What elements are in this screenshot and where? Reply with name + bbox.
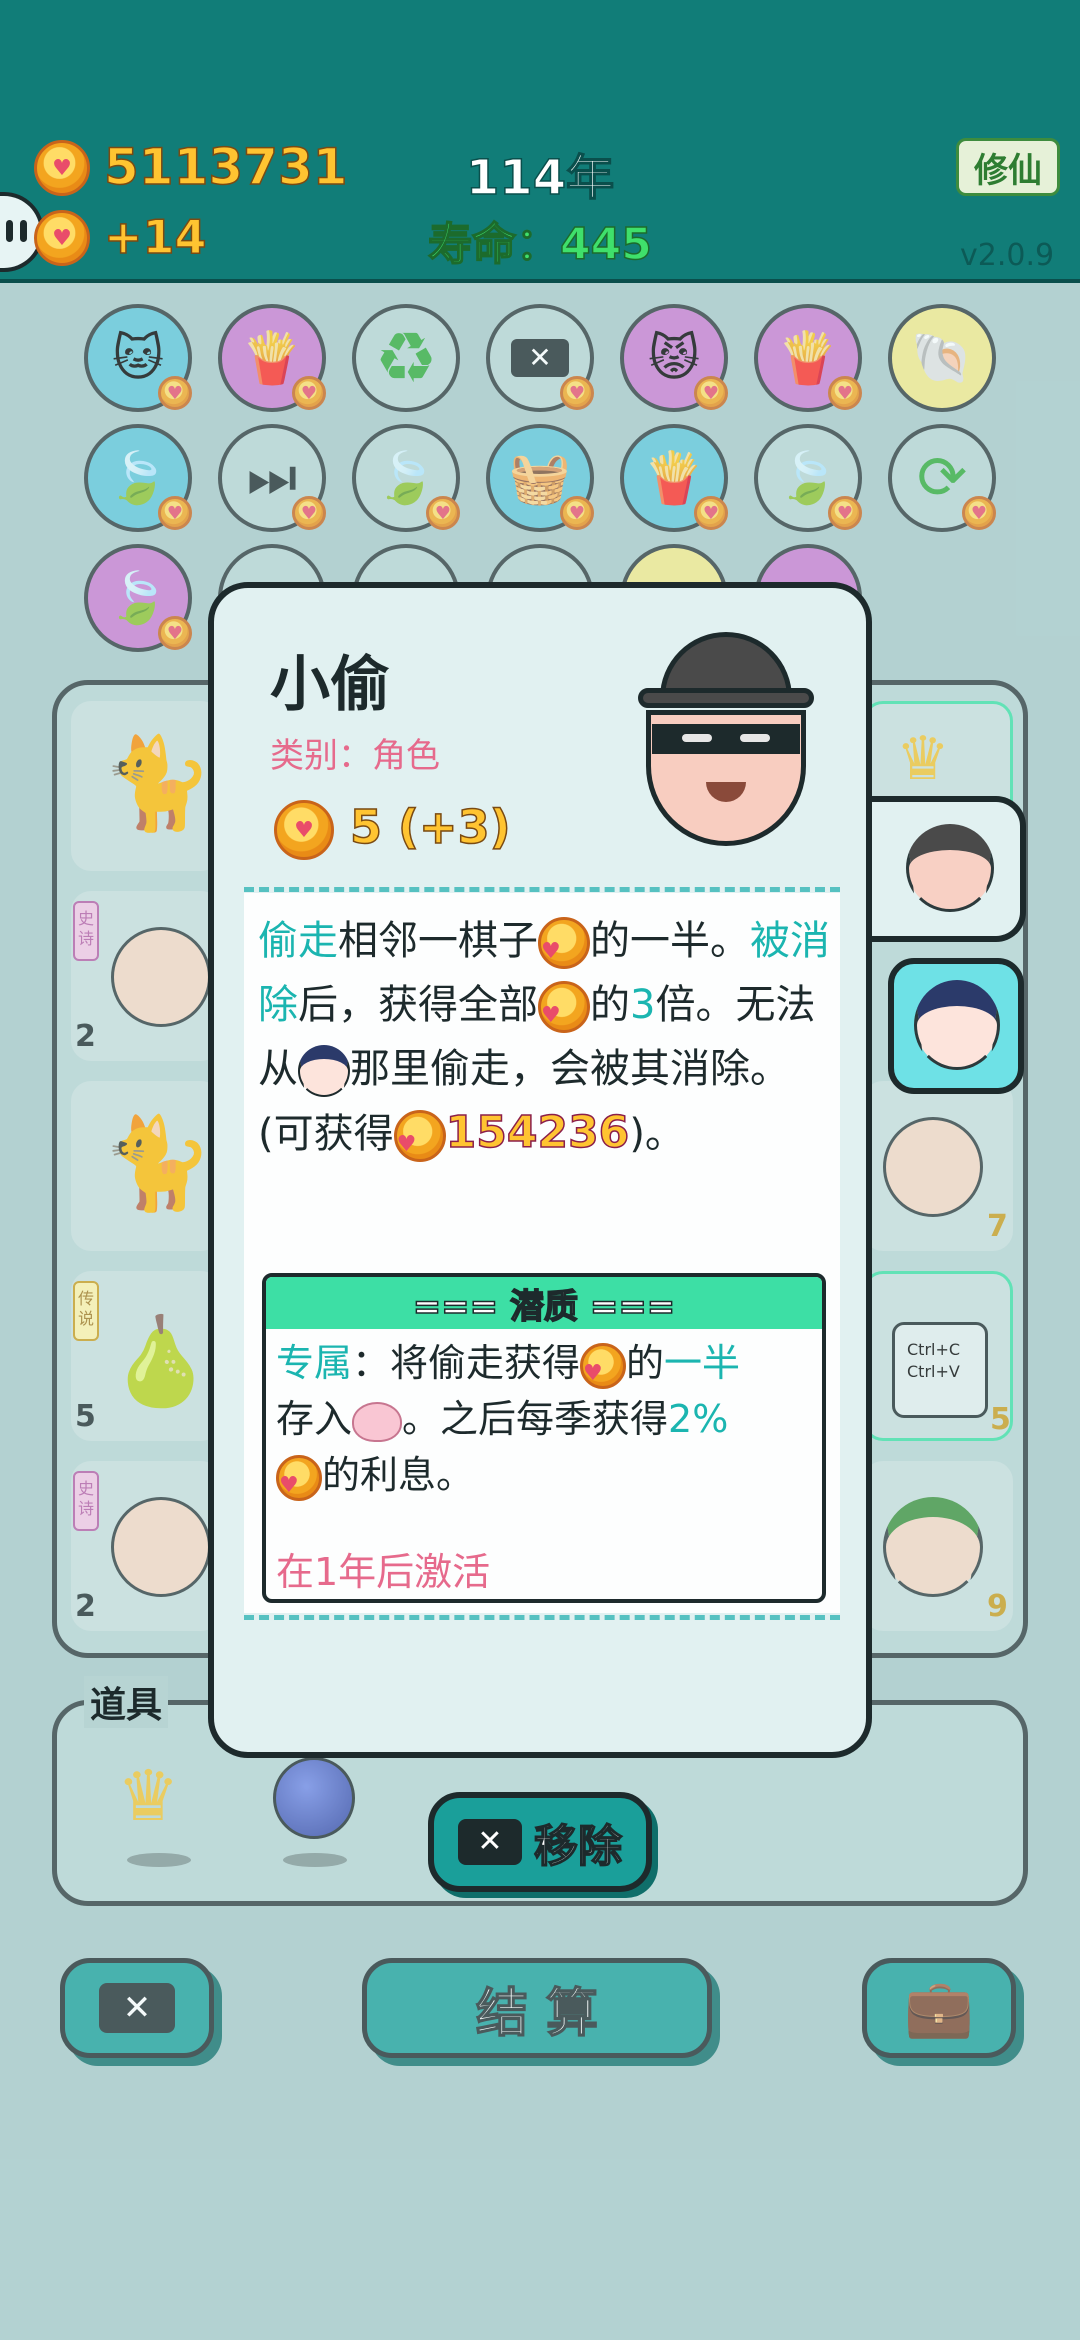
potential-text: 专属：将偷走获得 ♥ 的一半 存入 。之后每季获得2% ♥ 的利息。 xyxy=(276,1335,820,1503)
desc-text: (可获得 xyxy=(258,1111,394,1157)
desc-text: )。 xyxy=(629,1111,685,1157)
coin-icon: ♥ xyxy=(274,800,334,860)
police-icon xyxy=(298,1045,350,1097)
card-category: 类别：角色 xyxy=(270,736,440,776)
potential-desc: 。之后每季获得 xyxy=(402,1397,669,1441)
desc-text: 后，获得全部 xyxy=(298,982,538,1028)
activation-note: 在1年后激活 xyxy=(276,1550,491,1594)
remove-label: 移除 xyxy=(533,1820,623,1873)
cultivate-button[interactable]: 修仙 xyxy=(956,138,1060,196)
potential-desc: 的利息。 xyxy=(322,1453,475,1497)
coin-icon: ♥ xyxy=(393,1110,446,1162)
potential-title: === 潜质 === xyxy=(266,1277,822,1329)
steal-amount: 154236 xyxy=(445,1106,630,1159)
tab-police[interactable] xyxy=(888,958,1024,1094)
delete-icon: ✕ xyxy=(458,1819,522,1865)
tab-thief[interactable] xyxy=(860,796,1026,942)
potential-desc: 的 xyxy=(626,1341,665,1385)
lifespan-counter: 寿命：445 xyxy=(427,218,652,271)
coin-icon: ♥ xyxy=(580,1342,627,1389)
desc-text: 的一半。 xyxy=(590,918,750,964)
version-label: v2.0.9 xyxy=(960,238,1055,273)
card-detail-popup: 小偷 类别：角色 ♥ 5 (+3) 偷走相邻一棋子 ♥ 的一半。被消除后，获得全部 ♥… xyxy=(208,582,872,1758)
thief-icon xyxy=(906,824,994,912)
potential-box: === 潜质 === 专属：将偷走获得 ♥ 的一半 存入 。之后每季获得2% ♥ 的利息… xyxy=(262,1273,826,1603)
desc-text: 的 xyxy=(590,982,630,1028)
coin-icon: ♥ xyxy=(276,1454,322,1501)
keyword-exclusive: 专属 xyxy=(276,1341,353,1385)
potential-desc: 存入 xyxy=(276,1397,353,1441)
coin-icon: ♥ xyxy=(538,981,590,1033)
card-value: 5 (+3) xyxy=(349,799,511,855)
piggy-bank-icon xyxy=(352,1401,403,1442)
top-bar: ♥ 5113731 ♥ +14 114年 寿命：445 修仙 v2.0.9 xyxy=(0,0,1080,283)
description-text: 偷走相邻一棋子 ♥ 的一半。被消除后，获得全部 ♥ 的3倍。无法从 那里偷走，会被其消除。… xyxy=(258,909,830,1166)
interest-rate: 2% xyxy=(668,1397,729,1441)
coin-icon: ♥ xyxy=(538,917,590,969)
remove-button[interactable]: ✕ 移除 xyxy=(428,1792,652,1892)
police-icon xyxy=(914,980,1000,1070)
multiplier: 3 xyxy=(630,982,656,1028)
keyword-half: 一半 xyxy=(664,1341,741,1385)
potential-desc: ：将偷走获得 xyxy=(352,1341,581,1385)
keyword-steal: 偷走 xyxy=(258,918,338,964)
inventory-title: 道具 xyxy=(84,1676,169,1728)
year-counter: 114年 xyxy=(465,149,615,207)
desc-text: 相邻一棋子 xyxy=(338,918,538,964)
card-name: 小偷 xyxy=(270,650,390,720)
card-description: 偷走相邻一棋子 ♥ 的一半。被消除后，获得全部 ♥ 的3倍。无法从 那里偷走，会被其消除。… xyxy=(244,887,840,1620)
desc-text: 那里偷走，会被其消除。 xyxy=(350,1046,790,1092)
thief-portrait xyxy=(626,632,826,846)
